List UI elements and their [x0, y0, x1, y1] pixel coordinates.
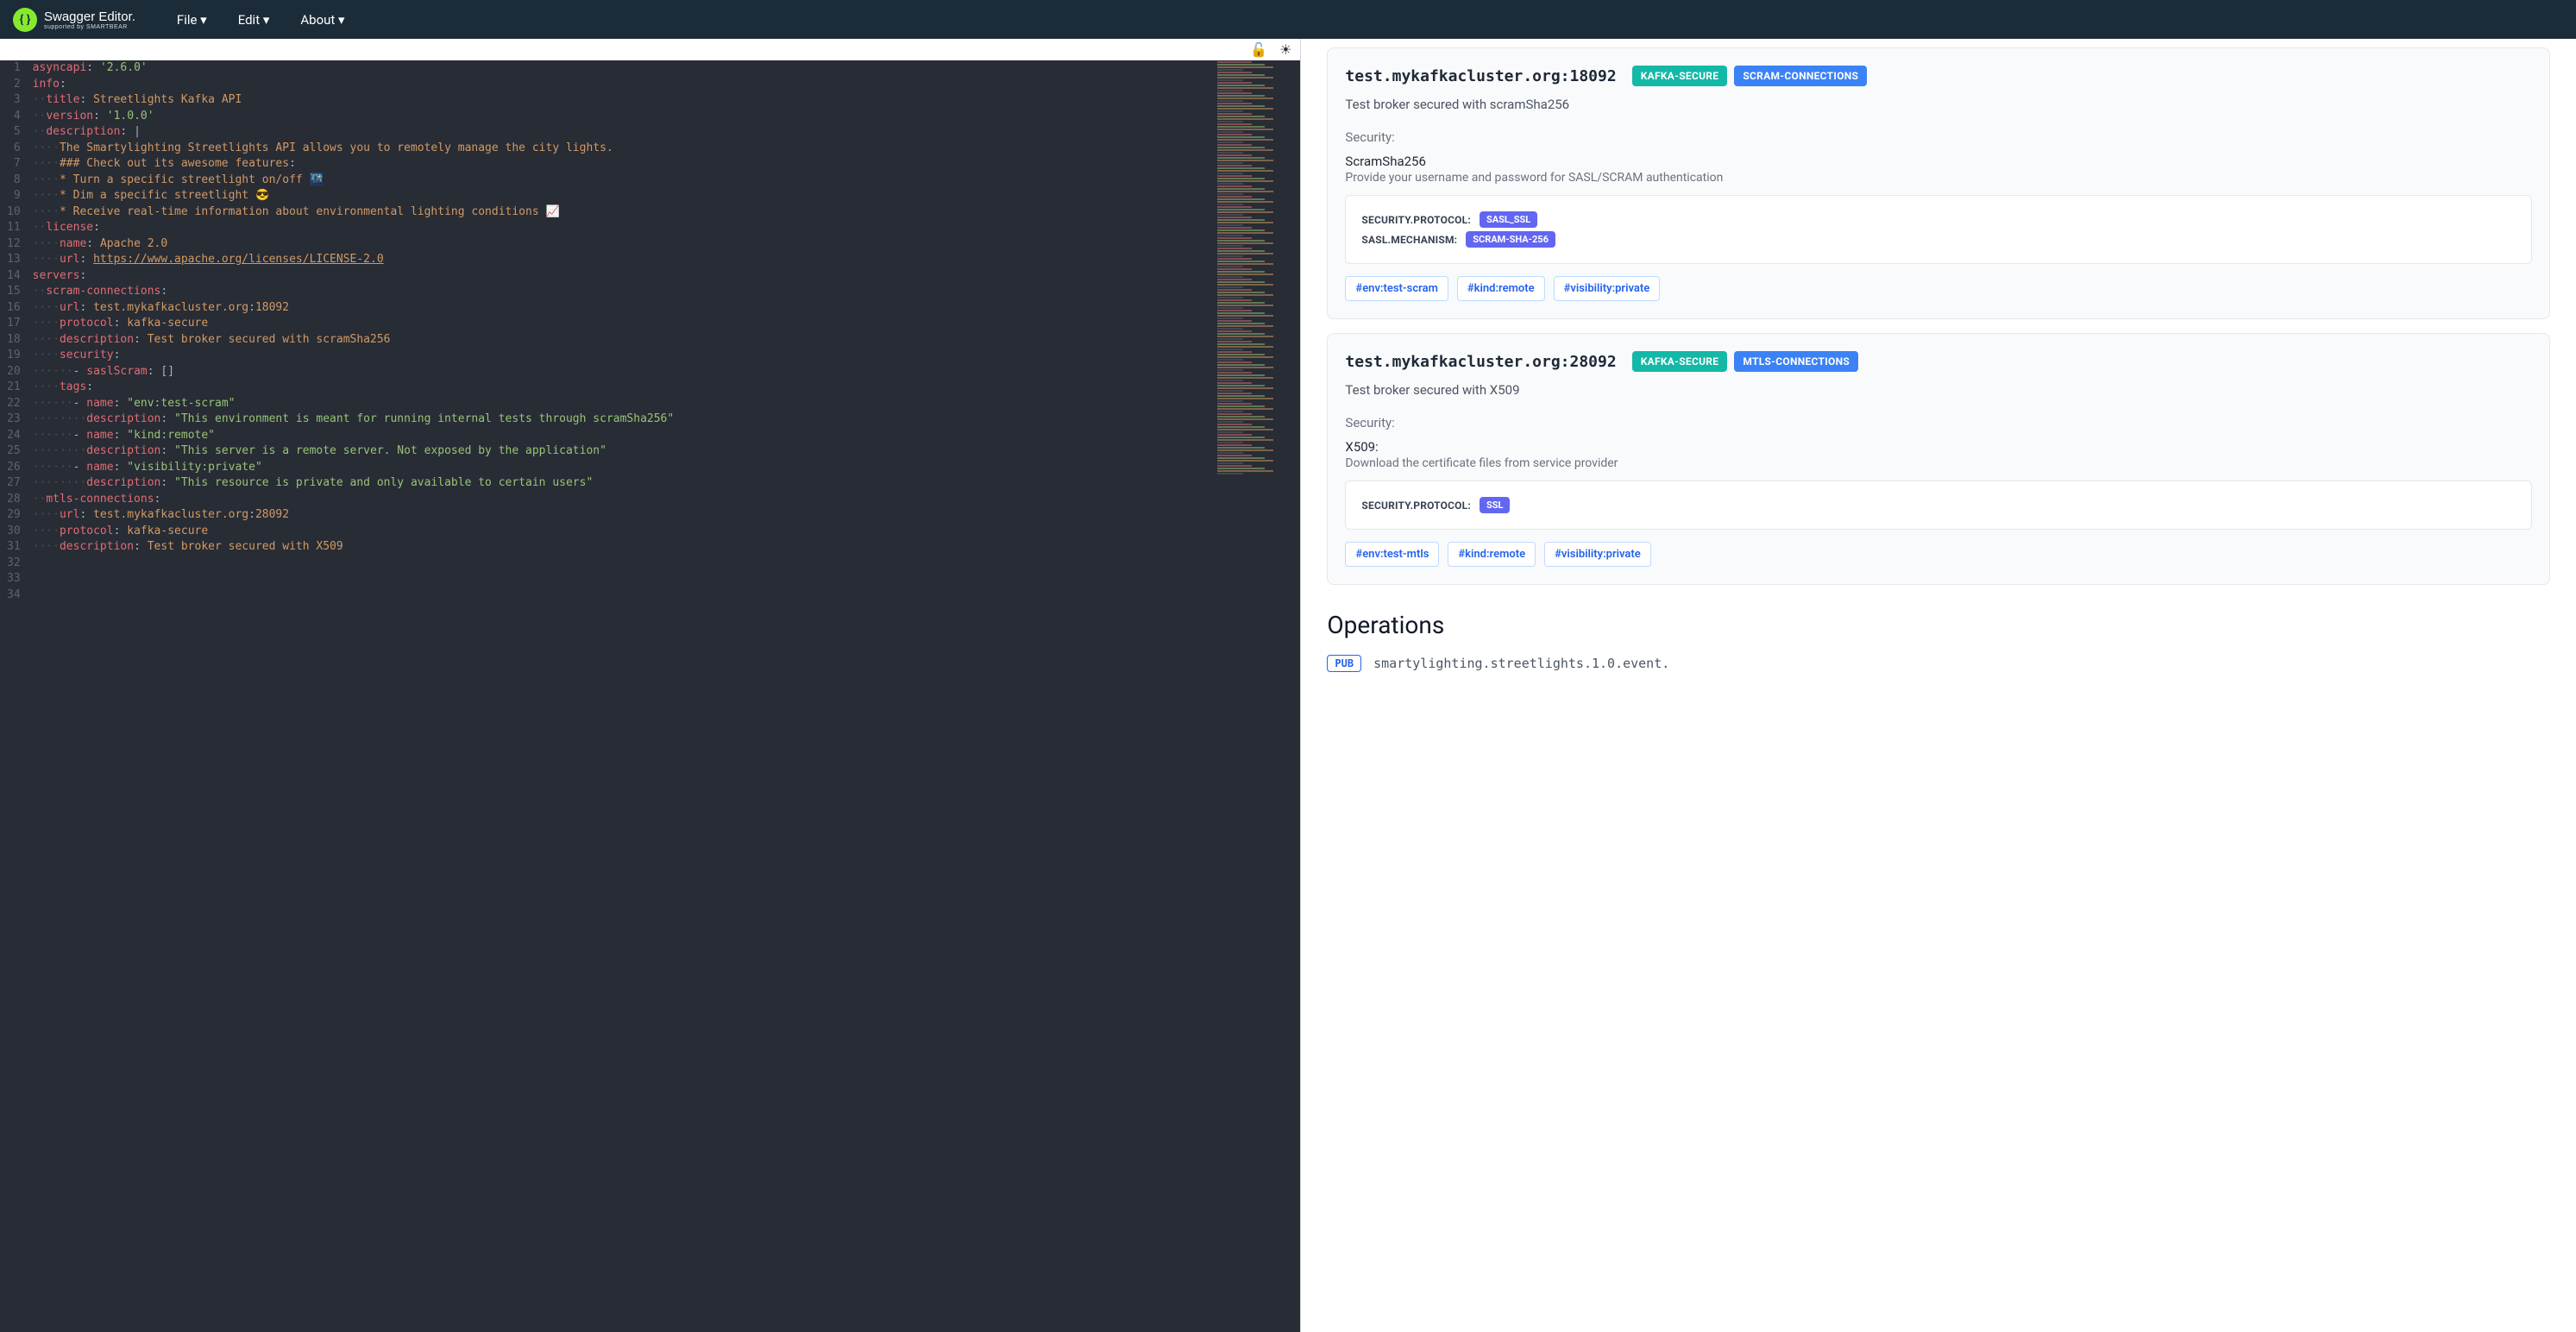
server-tag[interactable]: #kind:remote [1457, 276, 1545, 301]
readonly-lock-icon[interactable]: 🔓 [1250, 41, 1267, 58]
tag-row: #env:test-scram #kind:remote #visibility:p… [1345, 276, 2532, 301]
logo-text: Swagger Editor. supported by SMARTBEAR [44, 9, 135, 30]
theme-toggle-icon[interactable]: ☀ [1279, 41, 1291, 58]
security-name: ScramSha256 [1345, 154, 2532, 169]
swagger-logo-icon: { } [13, 8, 37, 32]
menu-edit[interactable]: Edit ▾ [223, 12, 286, 28]
server-badge: KAFKA-SECURE [1632, 351, 1728, 372]
minimap[interactable] [1214, 60, 1300, 1332]
kv-value: SASL_SSL [1480, 211, 1537, 228]
code-editor[interactable]: 1234567891011121314151617181920212223242… [0, 60, 1300, 1332]
line-number-gutter: 1234567891011121314151617181920212223242… [0, 60, 33, 1332]
kv-key: SASL.MECHANISM: [1361, 234, 1457, 246]
preview-pane[interactable]: test.mykafkacluster.org:18092 KAFKA-SECUR… [1301, 39, 2576, 1332]
server-description: Test broker secured with X509 [1345, 382, 2532, 398]
server-badge: KAFKA-SECURE [1632, 66, 1728, 86]
server-badge: MTLS-CONNECTIONS [1734, 351, 1858, 372]
menu-file[interactable]: File ▾ [161, 12, 223, 28]
editor-pane: 🔓 ☀ 123456789101112131415161718192021222… [0, 39, 1300, 1332]
server-tag[interactable]: #kind:remote [1448, 542, 1536, 567]
tag-row: #env:test-mtls #kind:remote #visibility:pr… [1345, 542, 2532, 567]
server-card: test.mykafkacluster.org:28092 KAFKA-SECUR… [1327, 333, 2550, 585]
logo[interactable]: { } Swagger Editor. supported by SMARTBE… [13, 8, 135, 32]
operations-heading: Operations [1327, 611, 2550, 639]
server-tag[interactable]: #visibility:private [1544, 542, 1651, 567]
kv-value: SSL [1480, 497, 1511, 513]
operation-row[interactable]: PUB smartylighting.streetlights.1.0.even… [1327, 655, 2550, 672]
server-description: Test broker secured with scramSha256 [1345, 97, 2532, 112]
security-kv-box: SECURITY.PROTOCOL: SASL_SSL SASL.MECHANISM… [1345, 195, 2532, 264]
editor-toolbar: 🔓 ☀ [0, 39, 1300, 60]
server-tag[interactable]: #env:test-mtls [1345, 542, 1439, 567]
security-name: X509: [1345, 439, 2532, 455]
operation-path: smartylighting.streetlights.1.0.event. [1373, 656, 1669, 671]
security-help: Provide your username and password for S… [1345, 171, 2532, 185]
server-badge: SCRAM-CONNECTIONS [1734, 66, 1867, 86]
operation-verb-badge: PUB [1327, 655, 1361, 672]
app-header: { } Swagger Editor. supported by SMARTBE… [0, 0, 2576, 39]
server-card: test.mykafkacluster.org:18092 KAFKA-SECUR… [1327, 47, 2550, 319]
main: 🔓 ☀ 123456789101112131415161718192021222… [0, 39, 2576, 1332]
server-tag[interactable]: #visibility:private [1554, 276, 1661, 301]
server-url: test.mykafkacluster.org:18092 [1345, 67, 1616, 85]
security-label: Security: [1345, 415, 2532, 430]
kv-value: SCRAM-SHA-256 [1466, 231, 1555, 248]
menu-about[interactable]: About ▾ [285, 12, 360, 28]
security-help: Download the certificate files from serv… [1345, 456, 2532, 470]
code-content[interactable]: asyncapi: '2.6.0'info:··title: Streetlig… [33, 60, 1301, 1332]
security-label: Security: [1345, 129, 2532, 145]
server-url: test.mykafkacluster.org:28092 [1345, 353, 1616, 371]
security-kv-box: SECURITY.PROTOCOL: SSL [1345, 481, 2532, 530]
kv-key: SECURITY.PROTOCOL: [1361, 214, 1471, 226]
server-tag[interactable]: #env:test-scram [1345, 276, 1448, 301]
kv-key: SECURITY.PROTOCOL: [1361, 500, 1471, 512]
